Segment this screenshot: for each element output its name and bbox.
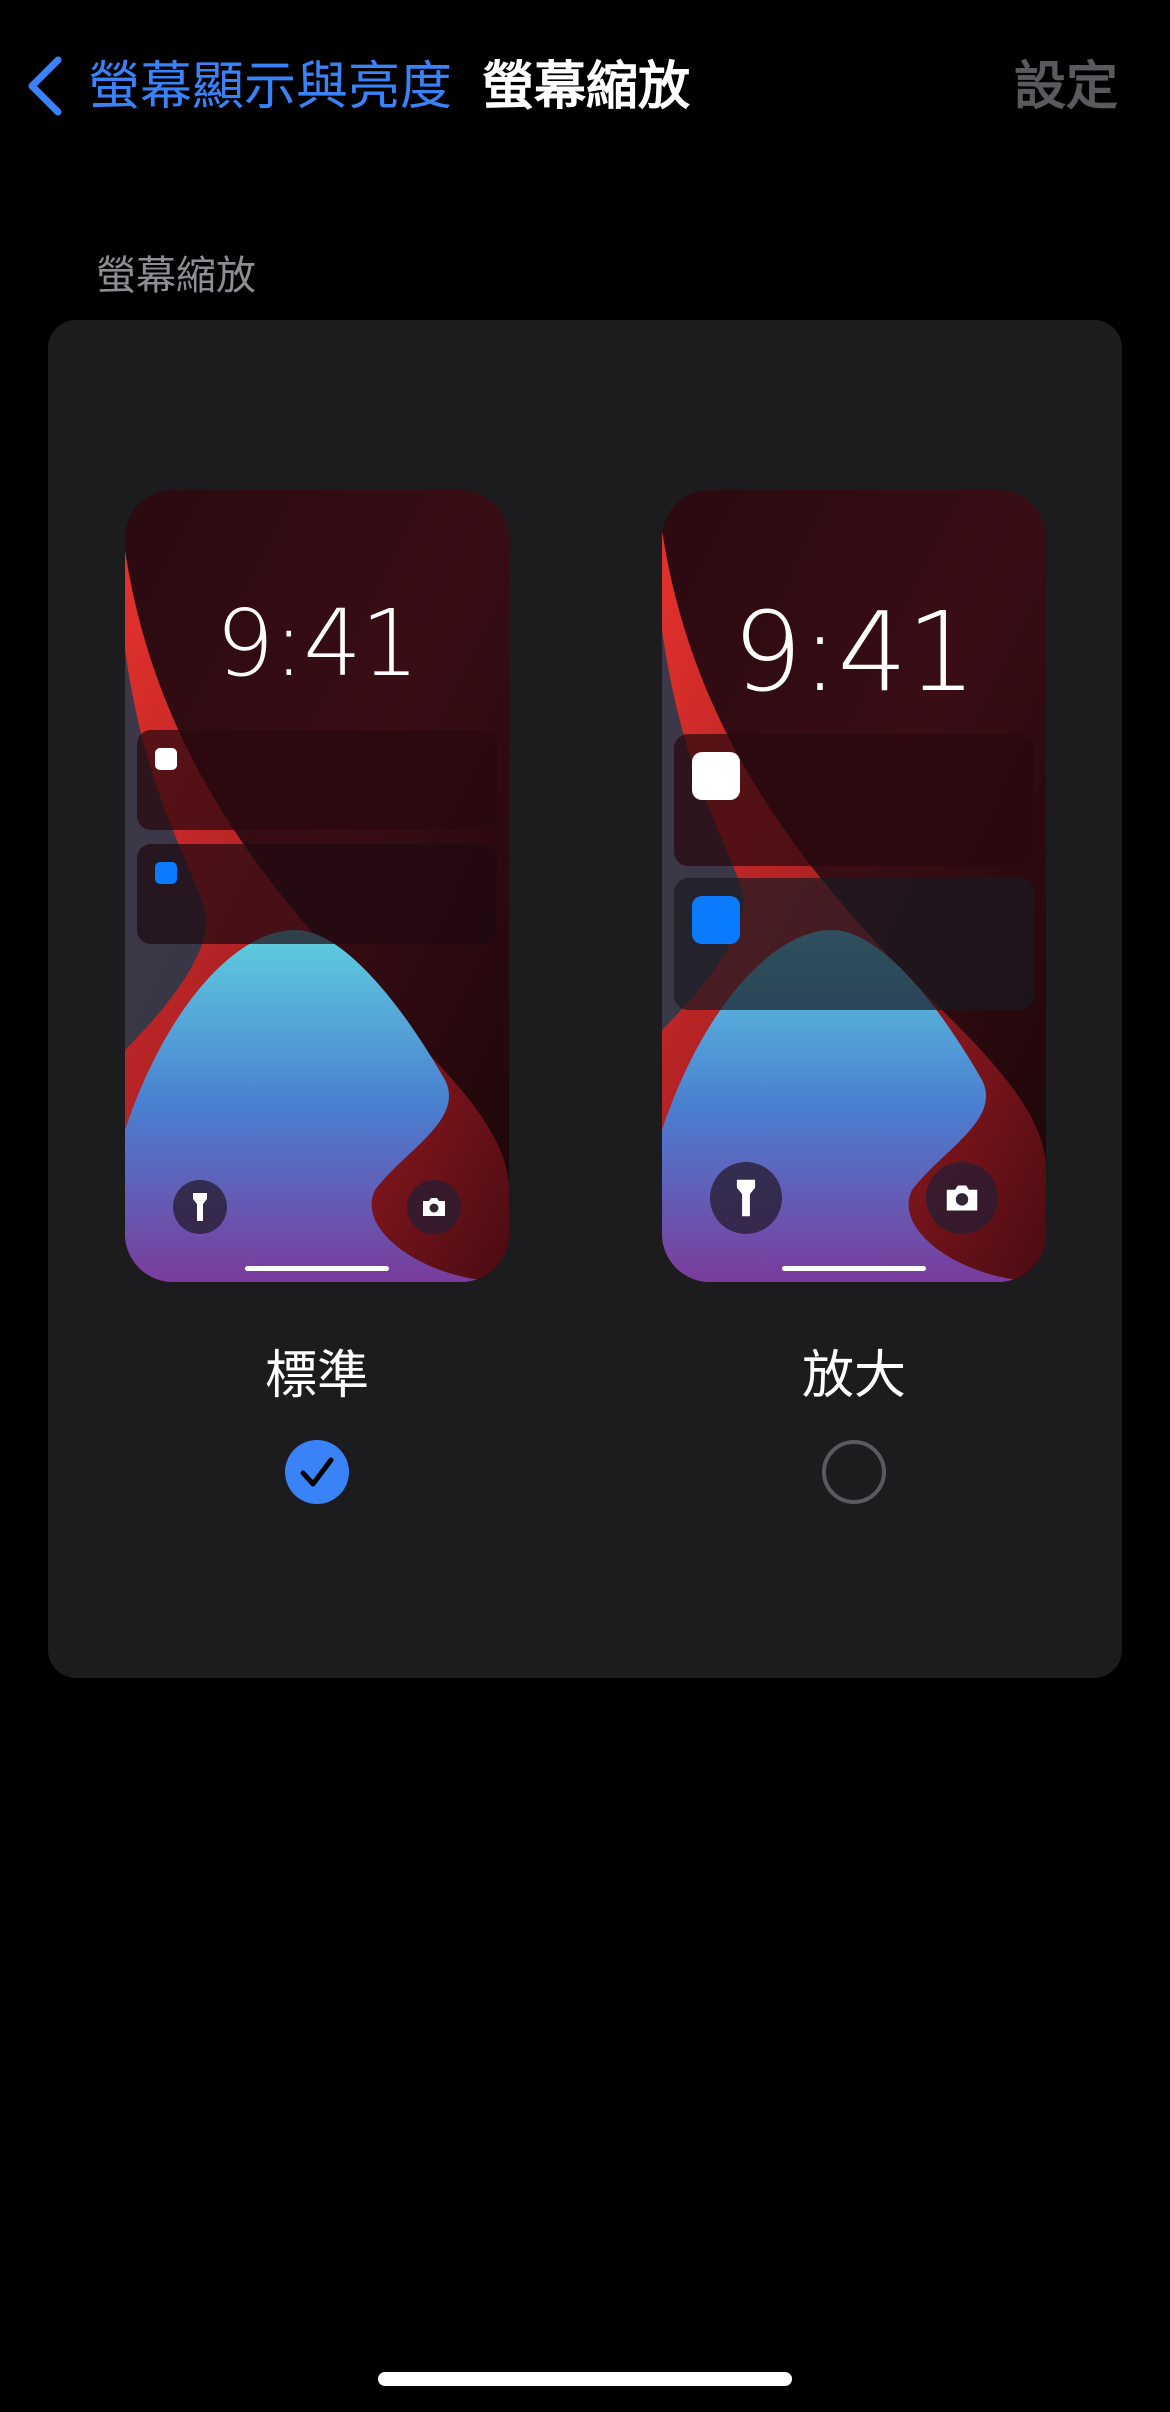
page-title: 螢幕縮放 (482, 57, 691, 117)
flashlight-icon (710, 1162, 782, 1234)
radio-checked[interactable] (285, 1440, 349, 1504)
option-label: 標準 (264, 1346, 369, 1406)
option-label: 放大 (801, 1346, 906, 1406)
app-icon (692, 896, 740, 944)
notification-preview (674, 734, 1034, 866)
camera-icon (926, 1162, 998, 1234)
radio-unchecked[interactable] (822, 1440, 886, 1504)
app-icon (155, 748, 177, 770)
camera-icon (407, 1180, 461, 1234)
app-icon (155, 862, 177, 884)
app-icon (692, 752, 740, 800)
lock-screen-time: 9:41 (732, 588, 976, 716)
flashlight-icon (173, 1180, 227, 1234)
notification-preview (674, 878, 1034, 1010)
phone-preview-zoomed: 9:41 (662, 490, 1046, 1282)
home-indicator (245, 1266, 389, 1271)
option-standard[interactable]: 9:41 標準 (125, 490, 509, 1504)
notification-preview (137, 844, 497, 944)
back-chevron-icon[interactable] (22, 54, 68, 118)
home-indicator (378, 2372, 792, 2386)
navigation-bar: 螢幕顯示與亮度 螢幕縮放 設定 (0, 0, 1170, 170)
home-indicator (782, 1266, 926, 1271)
section-header: 螢幕縮放 (96, 253, 256, 299)
checkmark-icon (300, 1457, 334, 1487)
set-button[interactable]: 設定 (1014, 52, 1118, 122)
back-button[interactable]: 螢幕顯示與亮度 (88, 52, 452, 122)
notification-preview (137, 730, 497, 830)
phone-preview-standard: 9:41 (125, 490, 509, 1282)
lock-screen-time: 9:41 (215, 590, 420, 697)
option-zoomed[interactable]: 9:41 放大 (662, 490, 1046, 1504)
display-zoom-card: 9:41 標準 9:41 放大 (48, 320, 1122, 1678)
